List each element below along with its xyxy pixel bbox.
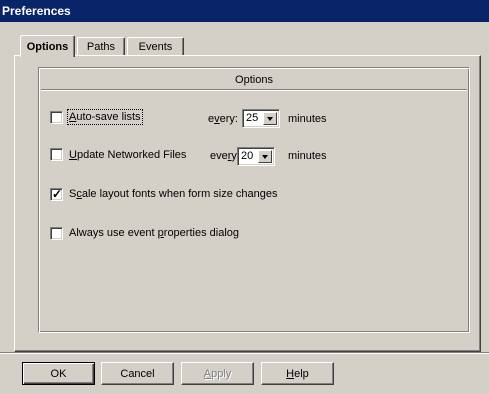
autosave-label[interactable]: Auto-save lists <box>67 109 143 125</box>
update-networked-every-label: every: <box>210 150 240 162</box>
update-networked-label[interactable]: Update Networked Files <box>69 149 186 161</box>
tab-events[interactable]: Events <box>127 37 184 56</box>
update-networked-checkbox[interactable] <box>50 148 63 161</box>
autosave-checkbox[interactable] <box>50 111 63 124</box>
chevron-down-icon[interactable] <box>263 112 277 125</box>
tab-options-label: Options <box>26 41 69 53</box>
button-separator <box>0 352 489 354</box>
cancel-button-label: Cancel <box>120 368 155 380</box>
event-dialog-checkbox[interactable] <box>50 227 63 240</box>
tab-panel-options: Options Auto-save lists every: 25 minute… <box>14 55 481 352</box>
help-button[interactable]: Help <box>261 362 334 385</box>
apply-button-label: Apply <box>203 368 232 380</box>
ok-button[interactable]: OK <box>22 362 95 385</box>
update-networked-unit: minutes <box>288 150 327 162</box>
update-networked-interval-value: 20 <box>241 150 254 162</box>
tab-events-label: Events <box>138 41 173 53</box>
options-group: Options Auto-save lists every: 25 minute… <box>38 67 470 333</box>
title-bar[interactable]: Preferences <box>0 0 489 22</box>
tab-paths[interactable]: Paths <box>77 37 125 56</box>
tab-paths-label: Paths <box>86 41 116 53</box>
group-title: Options <box>235 74 273 86</box>
update-networked-interval-select[interactable]: 20 <box>237 147 275 166</box>
autosave-interval-select[interactable]: 25 <box>242 109 280 128</box>
window-title: Preferences <box>2 4 71 18</box>
preferences-window: Preferences Options Paths Events Options… <box>0 0 489 394</box>
scale-fonts-label[interactable]: Scale layout fonts when form size change… <box>69 188 278 200</box>
check-icon: ✓ <box>52 187 63 201</box>
help-button-label: Help <box>286 368 309 380</box>
autosave-every-label: every: <box>208 113 238 125</box>
event-dialog-label[interactable]: Always use event properties dialog <box>69 227 239 239</box>
cancel-button[interactable]: Cancel <box>101 362 174 385</box>
autosave-interval-value: 25 <box>246 112 259 124</box>
tab-options[interactable]: Options <box>20 35 75 57</box>
scale-fonts-checkbox[interactable]: ✓ <box>50 187 63 201</box>
apply-button[interactable]: Apply <box>181 362 254 385</box>
autosave-label-rest: uto-save lists <box>76 111 141 123</box>
autosave-unit: minutes <box>288 113 327 125</box>
group-header: Options <box>41 70 467 90</box>
chevron-down-icon[interactable] <box>258 150 272 163</box>
ok-button-label: OK <box>50 368 67 380</box>
